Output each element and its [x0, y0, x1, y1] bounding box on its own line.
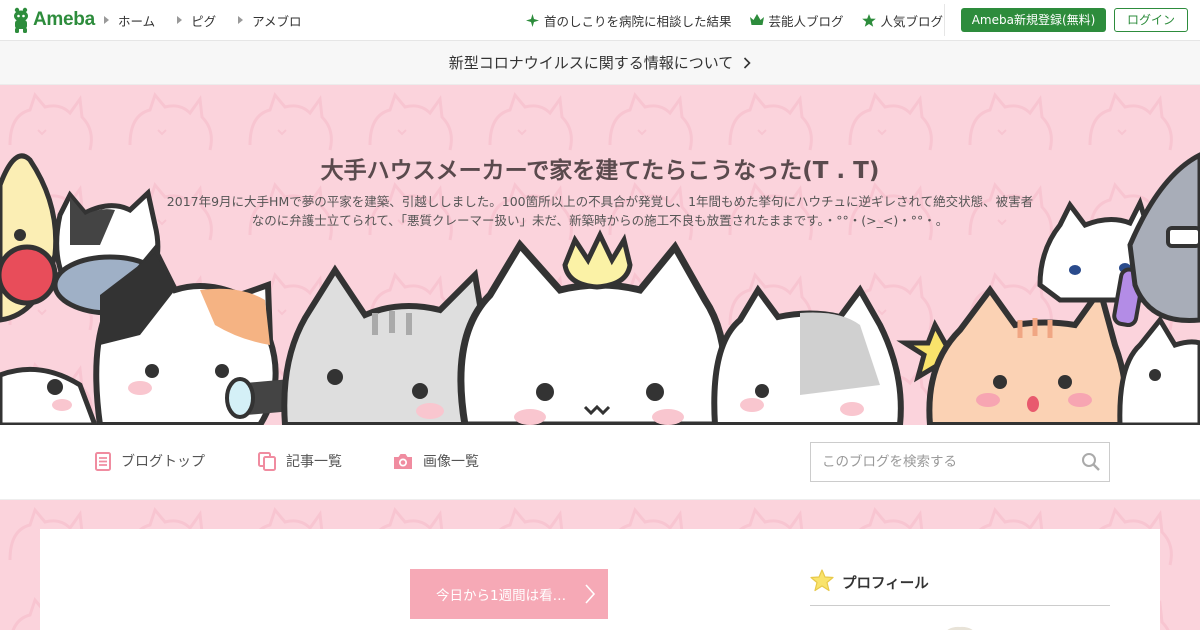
blog-top-link[interactable]: ブログトップ	[95, 451, 205, 471]
profile-heading: プロフィール	[810, 569, 1110, 606]
search-icon[interactable]	[1081, 452, 1101, 472]
nav-link-ameblo[interactable]: アメブロ	[238, 11, 302, 30]
featured-link-label: 芸能人ブログ	[768, 13, 844, 29]
cats-header-illustration	[0, 85, 1200, 425]
logo-text: Ameba	[33, 9, 95, 30]
profile-avatar[interactable]	[940, 626, 980, 630]
triangle-right-icon	[177, 16, 183, 24]
blog-search-input[interactable]	[811, 443, 1071, 481]
blog-header: 大手ハウスメーカーで家を建てたらこうなった(T . T) 2017年9月に大手H…	[0, 85, 1200, 425]
register-button[interactable]: Ameba新規登録(無料)	[961, 8, 1106, 32]
blog-nav-label: 記事一覧	[286, 454, 342, 470]
featured-link-label: 首のしこりを病院に相談した結果	[544, 13, 732, 29]
blog-nav-label: 画像一覧	[423, 454, 479, 470]
chevron-right-icon	[744, 56, 751, 69]
featured-links: 首のしこりを病院に相談した結果 芸能人ブログ 人気ブログ	[526, 0, 961, 40]
nav-divider	[944, 4, 945, 36]
covid-notice-link[interactable]: 新型コロナウイルスに関する情報について	[0, 41, 1200, 85]
star-icon	[810, 569, 834, 592]
global-nav-links: ホーム ピグ アメブロ	[104, 0, 324, 40]
nav-link-home[interactable]: ホーム	[104, 11, 155, 30]
featured-link-label: 人気ブログ	[880, 13, 944, 29]
profile-heading-label: プロフィール	[842, 576, 929, 592]
blog-search-box	[810, 442, 1110, 482]
ameba-logo-icon	[14, 7, 28, 33]
ameba-logo[interactable]: Ameba	[11, 7, 95, 33]
login-button[interactable]: ログイン	[1114, 8, 1188, 32]
image-list-link[interactable]: 画像一覧	[393, 451, 479, 471]
triangle-right-icon	[104, 16, 109, 24]
blog-nav-label: ブログトップ	[121, 454, 205, 470]
article-list-link[interactable]: 記事一覧	[258, 451, 342, 471]
crown-icon	[749, 14, 764, 25]
featured-article-button[interactable]: 今日から1週間は看…	[410, 569, 608, 619]
top-navbar: Ameba ホーム ピグ アメブロ 首のしこりを病院に相談した結果 芸能人ブログ	[0, 0, 1200, 41]
featured-link-celebrity[interactable]: 芸能人ブログ	[749, 11, 844, 30]
featured-article-label: 今日から1週間は看…	[436, 588, 567, 604]
blog-title[interactable]: 大手ハウスメーカーで家を建てたらこうなった(T . T)	[0, 151, 1200, 185]
blog-description: 2017年9月に大手HMで夢の平家を建築、引越ししました。100箇所以上の不具合…	[166, 194, 1034, 228]
notice-text: 新型コロナウイルスに関する情報について	[448, 54, 734, 72]
chevron-right-icon	[585, 584, 596, 604]
featured-link-topic[interactable]: 首のしこりを病院に相談した結果	[526, 11, 732, 30]
sparkle-icon	[526, 13, 539, 27]
nav-link-label: ホーム	[118, 13, 156, 29]
star-icon	[861, 13, 876, 27]
main-content: 今日から1週間は看… プロフィール	[40, 529, 1160, 630]
camera-icon	[394, 453, 412, 469]
nav-link-pigg[interactable]: ピグ	[177, 11, 216, 30]
triangle-right-icon	[238, 16, 244, 24]
nav-link-label: ピグ	[191, 13, 217, 29]
copy-icon	[258, 451, 276, 471]
blog-nav: ブログトップ 記事一覧 画像一覧	[0, 425, 1200, 500]
nav-link-label: アメブロ	[252, 13, 302, 29]
featured-link-popular[interactable]: 人気ブログ	[861, 11, 944, 30]
document-icon	[95, 451, 111, 471]
